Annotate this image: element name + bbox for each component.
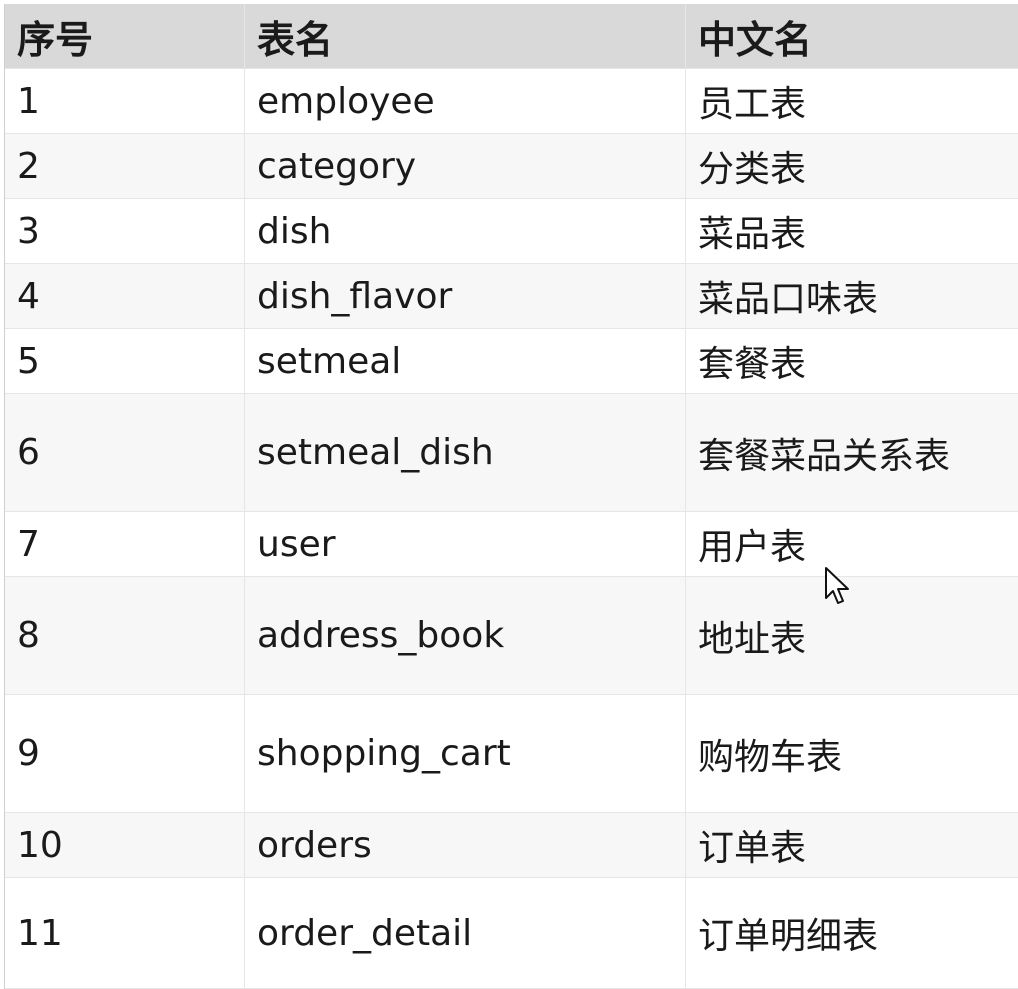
- cell-index: 9: [5, 695, 245, 812]
- cell-chinese-name: 分类表: [698, 149, 807, 190]
- cell-table-name: setmeal: [245, 329, 686, 393]
- table-row: 1 employee 员工表: [5, 69, 1018, 134]
- cell-chinese-name: 购物车表: [698, 736, 843, 778]
- cell-table-name: address_book: [245, 577, 686, 694]
- header-chinese-name: 中文名: [698, 17, 813, 62]
- cell-table-name: user: [245, 512, 686, 576]
- table-row: 5 setmeal 套餐表: [5, 329, 1018, 394]
- table-row: 7 user 用户表: [5, 512, 1018, 577]
- data-table: 序号 表名 中文名 1 employee 员工表 2 category 分类表 …: [4, 4, 1018, 989]
- cell-table-name: setmeal_dish: [245, 394, 686, 511]
- mouse-pointer-icon: [825, 567, 849, 604]
- table-row: 9 shopping_cart 购物车表: [5, 695, 1018, 813]
- cell-table-name: dish: [245, 199, 686, 263]
- cell-index: 3: [5, 199, 245, 263]
- table-row: 10 orders 订单表: [5, 813, 1018, 878]
- cell-index: 5: [5, 329, 245, 393]
- cell-chinese-name: 订单明细表: [698, 916, 879, 957]
- cell-index: 8: [5, 577, 245, 694]
- table-row: 6 setmeal_dish 套餐菜品关系表: [5, 394, 1018, 512]
- cell-chinese-name: 菜品口味表: [698, 279, 879, 320]
- cell-chinese-name: 菜品表: [698, 214, 807, 255]
- cell-table-name: category: [245, 134, 686, 198]
- cell-chinese-name: 套餐菜品关系表: [698, 435, 951, 477]
- cell-index: 11: [5, 878, 245, 988]
- cell-chinese-name: 套餐表: [698, 344, 807, 385]
- cell-index: 6: [5, 394, 245, 511]
- cell-index: 2: [5, 134, 245, 198]
- cell-chinese-name: 员工表: [698, 84, 807, 125]
- cell-index: 4: [5, 264, 245, 328]
- cell-index: 7: [5, 512, 245, 576]
- cell-table-name: orders: [245, 813, 686, 877]
- cell-index: 1: [5, 69, 245, 133]
- cell-chinese-name: 订单表: [698, 828, 807, 869]
- cell-table-name: employee: [245, 69, 686, 133]
- cell-index: 10: [5, 813, 245, 877]
- table-row: 11 order_detail 订单明细表: [5, 878, 1018, 989]
- table-row: 4 dish_flavor 菜品口味表: [5, 264, 1018, 329]
- header-table-name: 表名: [245, 4, 686, 68]
- table-row: 3 dish 菜品表: [5, 199, 1018, 264]
- cell-table-name: dish_flavor: [245, 264, 686, 328]
- table-row: 8 address_book 地址表: [5, 577, 1018, 695]
- header-index: 序号: [5, 4, 245, 68]
- cell-table-name: shopping_cart: [245, 695, 686, 812]
- table-row: 2 category 分类表: [5, 134, 1018, 199]
- table-header-row: 序号 表名 中文名: [5, 4, 1018, 69]
- cell-table-name: order_detail: [245, 878, 686, 988]
